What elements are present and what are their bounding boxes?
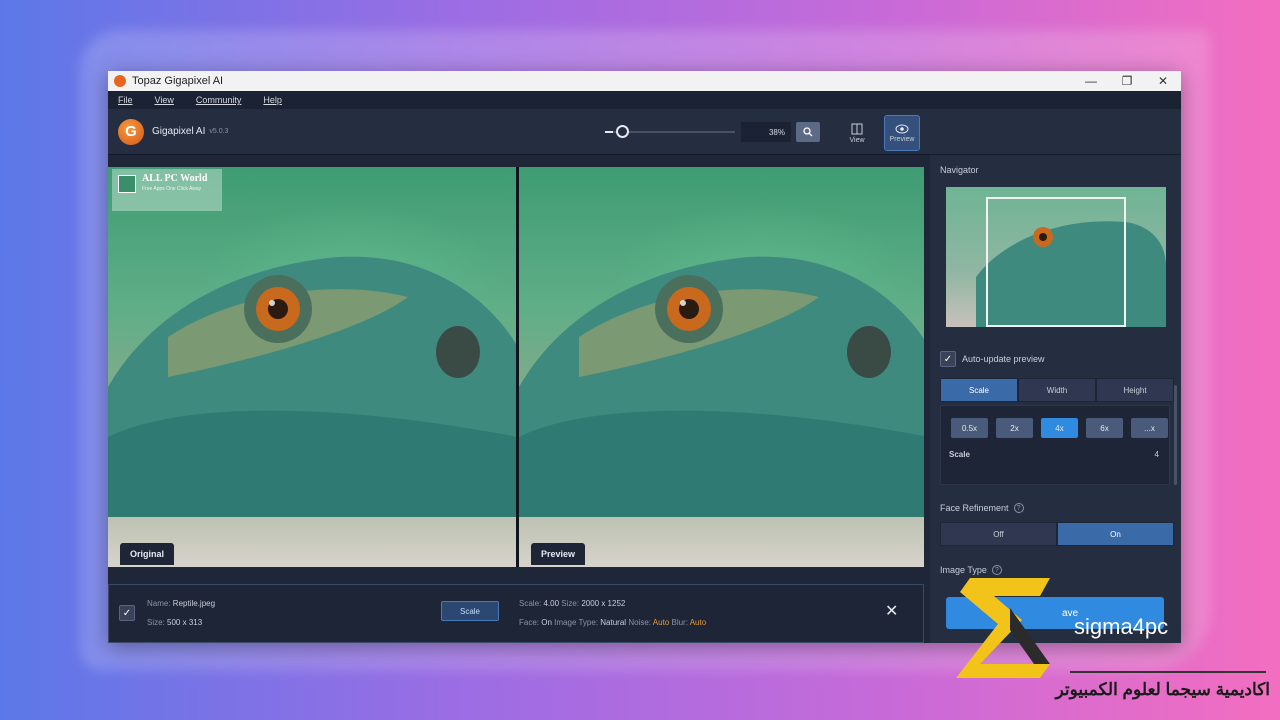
out-scale-value: 4.00 (543, 599, 560, 608)
output-settings-row: Face: On Image Type: Natural Noise: Auto… (519, 618, 706, 627)
app-window: Topaz Gigapixel AI — ❐ ✕ File View Commu… (108, 71, 1181, 643)
minimize-button[interactable]: — (1073, 71, 1109, 91)
face-refinement-label: Face Refinement (940, 503, 1009, 513)
view-button[interactable]: View (839, 115, 875, 151)
blur-value: Auto (689, 618, 707, 627)
preview-pane[interactable]: Preview (519, 167, 924, 567)
gigapixel-logo-icon: G (118, 118, 144, 145)
watermark-logo-icon (118, 175, 136, 193)
auto-update-label: Auto-update preview (962, 354, 1045, 364)
toolbar: G Gigapixel AI v5.0.3 38% View Preview (108, 109, 1181, 155)
help-icon[interactable]: ? (1013, 503, 1024, 513)
preview-button[interactable]: Preview (884, 115, 920, 151)
face-refinement-toggle: Off On (940, 522, 1174, 546)
menu-file[interactable]: File (118, 95, 133, 105)
app-version: v5.0.3 (209, 128, 229, 135)
remove-file-button[interactable]: ✕ (885, 601, 898, 621)
face-refinement-title: Face Refinement ? (940, 503, 1024, 513)
face-value: On (541, 618, 552, 627)
eye-icon (895, 124, 909, 133)
file-info-bar: ✓ Name: Reptile.jpeg Size: 500 x 313 Sca… (108, 584, 924, 643)
zoom-slider-track[interactable] (613, 131, 735, 133)
navigator-viewport[interactable] (986, 197, 1126, 327)
navigator-title: Navigator (940, 165, 979, 175)
scale-options-box: 0.5x 2x 4x 6x ...x Scale 4 (940, 405, 1170, 485)
file-name-row: Name: Reptile.jpeg (147, 599, 215, 608)
auto-update-checkbox[interactable]: ✓ (940, 351, 956, 367)
navigator-thumbnail[interactable] (946, 187, 1166, 327)
auto-update-row[interactable]: ✓ Auto-update preview (940, 351, 1045, 367)
lizard-image-preview (519, 256, 924, 517)
lizard-image (108, 256, 516, 517)
noise-value: Auto (652, 618, 670, 627)
original-badge: Original (120, 543, 175, 565)
watermark-title: ALL PC World (142, 173, 208, 184)
file-name: Reptile.jpeg (172, 599, 216, 608)
resize-mode-tabs: Scale Width Height (940, 378, 1174, 402)
view-label: View (849, 136, 865, 144)
file-select-checkbox[interactable]: ✓ (119, 605, 135, 621)
noise-label: Noise: (628, 618, 651, 627)
title-bar: Topaz Gigapixel AI — ❐ ✕ (108, 71, 1181, 91)
sidebar-scrollbar[interactable] (1174, 385, 1177, 485)
zoom-slider-handle[interactable] (616, 125, 629, 138)
imgtype-value: Natural (600, 618, 627, 627)
magnifier-icon (803, 127, 813, 137)
brand-name: sigma4pc (1074, 614, 1169, 639)
blur-label: Blur: (671, 618, 688, 627)
zoom-out-icon[interactable] (605, 131, 613, 133)
brand-arabic-text: اكاديمية سيجما لعلوم الكمبيوتر (1055, 680, 1270, 699)
imgtype-label: Image Type: (554, 618, 599, 627)
scale-label: Scale (949, 450, 970, 459)
scale-2x-button[interactable]: 2x (996, 418, 1033, 438)
out-size-value: 2000 x 1252 (581, 599, 626, 608)
menu-help[interactable]: Help (263, 95, 282, 105)
size-label: Size: (147, 618, 165, 627)
scale-value[interactable]: 4 (1155, 450, 1159, 459)
face-label: Face: (519, 618, 540, 627)
file-size-row: Size: 500 x 313 (147, 618, 202, 627)
file-size: 500 x 313 (167, 618, 203, 627)
menu-bar: File View Community Help (108, 91, 1181, 109)
tab-width[interactable]: Width (1018, 378, 1096, 402)
zoom-value[interactable]: 38% (741, 122, 791, 142)
preview-badge: Preview (531, 543, 586, 565)
tab-height[interactable]: Height (1096, 378, 1174, 402)
zoom-search-button[interactable] (796, 122, 820, 142)
menu-community[interactable]: Community (196, 95, 242, 105)
scale-6x-button[interactable]: 6x (1086, 418, 1123, 438)
preview-label: Preview (889, 135, 915, 143)
sigma4pc-branding: sigma4pc اكاديمية سيجما لعلوم الكمبيوتر (950, 568, 1270, 718)
close-button[interactable]: ✕ (1145, 71, 1181, 91)
app-name: Gigapixel AI (152, 126, 206, 137)
face-on-option[interactable]: On (1057, 522, 1174, 546)
out-scale-label: Scale: (519, 599, 542, 608)
maximize-button[interactable]: ❐ (1109, 71, 1145, 91)
scale-button[interactable]: Scale (441, 601, 499, 621)
watermark-subtitle: Free Apps One Click Away (142, 186, 202, 192)
split-view-icon (851, 123, 863, 134)
scale-custom-button[interactable]: ...x (1131, 418, 1168, 438)
brand-divider (1070, 671, 1266, 673)
scale-4x-button[interactable]: 4x (1041, 418, 1078, 438)
app-icon (114, 75, 126, 87)
tab-scale[interactable]: Scale (940, 378, 1018, 402)
name-label: Name: (147, 599, 171, 608)
scale-buttons: 0.5x 2x 4x 6x ...x (951, 418, 1168, 438)
menu-view[interactable]: View (155, 95, 174, 105)
out-size-label: Size: (561, 599, 580, 608)
watermark: ALL PC World Free Apps One Click Away (112, 169, 222, 211)
face-off-option[interactable]: Off (940, 522, 1057, 546)
scale-0-5x-button[interactable]: 0.5x (951, 418, 988, 438)
original-pane[interactable]: ALL PC World Free Apps One Click Away Or… (108, 167, 516, 567)
output-size-row: Scale: 4.00 Size: 2000 x 1252 (519, 599, 625, 608)
window-title: Topaz Gigapixel AI (132, 75, 224, 87)
sigma4pc-logo-icon (956, 578, 1050, 678)
